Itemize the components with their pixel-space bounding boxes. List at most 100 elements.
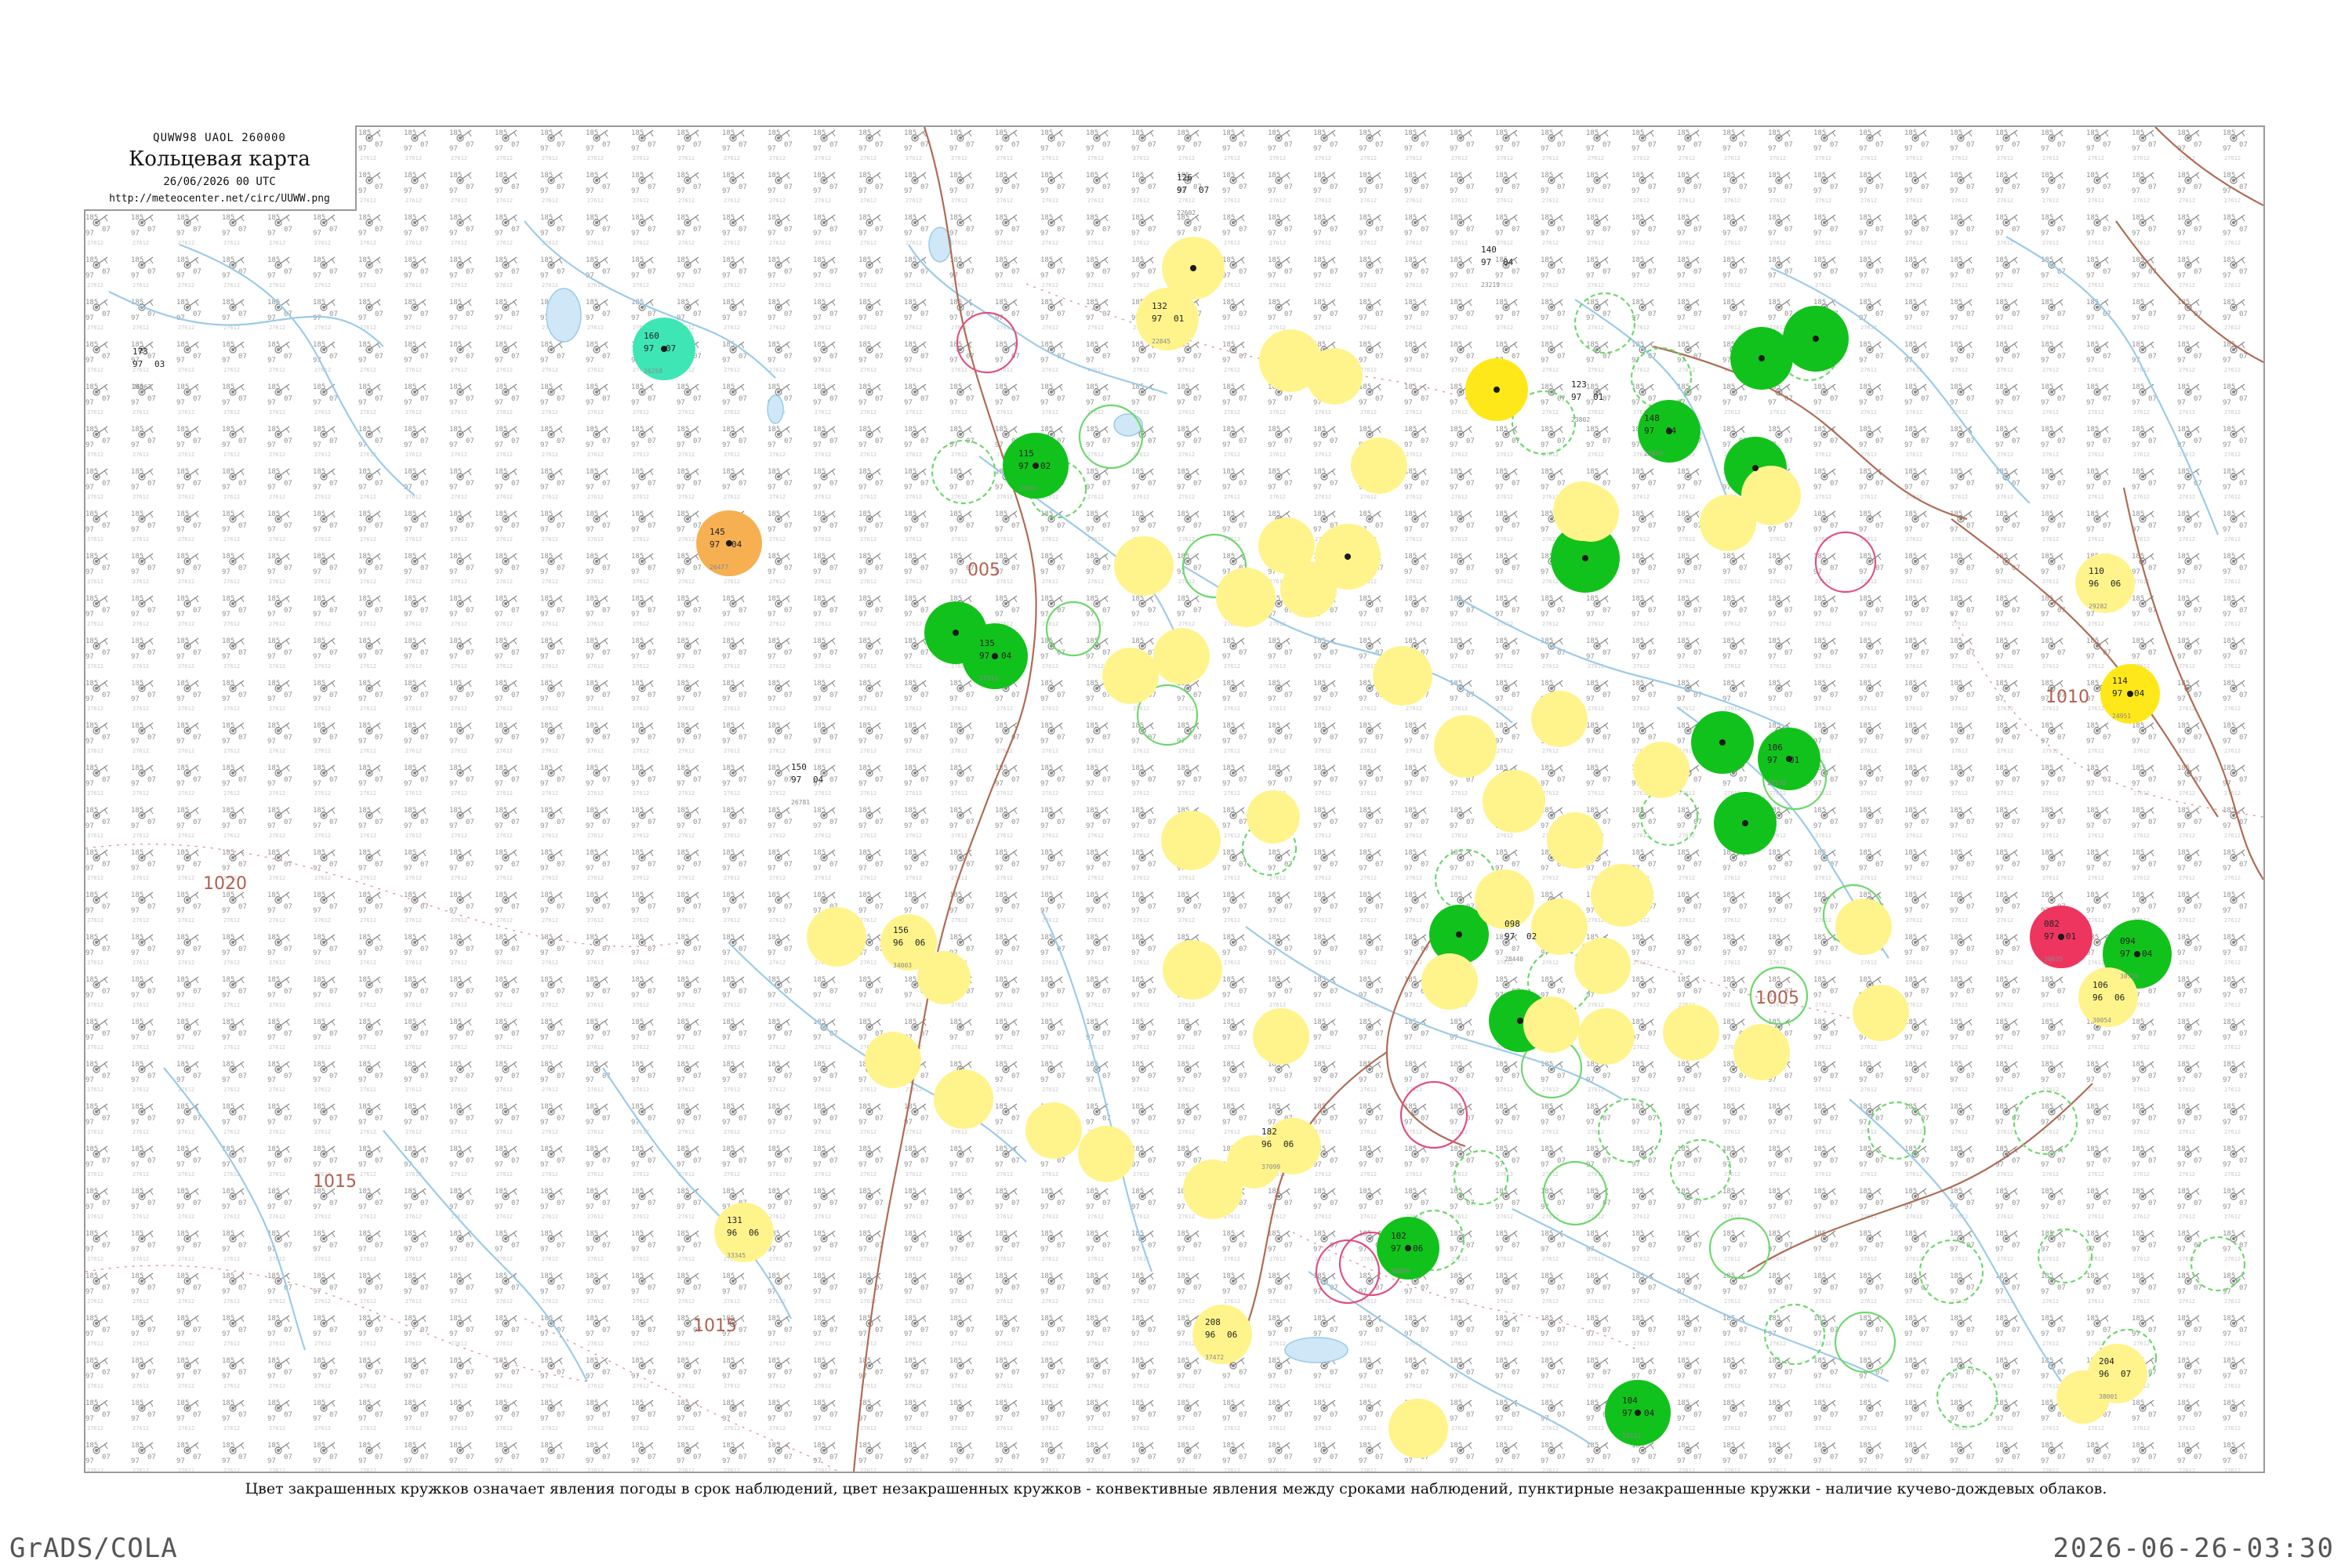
station-model: 098 97 02 28440 bbox=[1504, 919, 1537, 963]
station-dew: 97 bbox=[1018, 461, 1029, 471]
station-temp: 082 bbox=[2044, 919, 2060, 929]
station-temp: 160 bbox=[644, 331, 659, 341]
software-credit: GrADS/COLA bbox=[9, 1533, 178, 1564]
station-model: 104 97 04 35121 bbox=[1622, 1396, 1655, 1439]
station-model: 173 97 03 26063 bbox=[132, 347, 165, 390]
station-index: 27037 bbox=[1018, 485, 1037, 492]
station-dew: 97 bbox=[2112, 688, 2122, 699]
station-model: 150 97 04 26781 bbox=[791, 762, 824, 806]
station-dew: 97 bbox=[2120, 949, 2130, 959]
station-dew: 97 bbox=[1504, 931, 1515, 942]
station-dew: 96 bbox=[2099, 1369, 2109, 1379]
station-dew: 96 bbox=[2092, 993, 2103, 1003]
station-index: 28440 bbox=[1504, 956, 1523, 963]
station-model: 148 97 04 23884 bbox=[1644, 413, 1677, 457]
station-temp: 140 bbox=[1481, 245, 1497, 255]
station-temp: 102 bbox=[1391, 1231, 1406, 1241]
station-tendency: 06 bbox=[2114, 993, 2125, 1003]
station-model: 145 97 04 26477 bbox=[710, 527, 742, 571]
station-model: 131 96 06 33345 bbox=[727, 1215, 759, 1259]
station-model: 182 96 06 37099 bbox=[1261, 1127, 1294, 1171]
station-temp: 132 bbox=[1152, 301, 1167, 311]
station-temp: 098 bbox=[1504, 919, 1520, 929]
station-tendency: 06 bbox=[1227, 1330, 1237, 1340]
station-temp: 145 bbox=[710, 527, 725, 537]
station-tendency: 01 bbox=[1174, 314, 1184, 324]
station-model: 106 96 06 30054 bbox=[2092, 980, 2125, 1024]
station-index: 33345 bbox=[727, 1252, 746, 1259]
station-tendency: 04 bbox=[731, 539, 742, 550]
station-temp: 126 bbox=[1177, 172, 1192, 183]
station-model: 160 97 07 26258 bbox=[644, 331, 676, 375]
station-tendency: 04 bbox=[2142, 949, 2153, 959]
station-model: 204 96 07 38001 bbox=[2099, 1356, 2131, 1400]
station-temp: 094 bbox=[2120, 936, 2136, 946]
station-model: 082 97 01 30635 bbox=[2044, 919, 2076, 963]
station-dew: 97 bbox=[1644, 426, 1654, 436]
station-tendency: 01 bbox=[2066, 931, 2076, 942]
station-tendency: 06 bbox=[1283, 1139, 1294, 1149]
station-model: 208 96 06 37472 bbox=[1205, 1317, 1237, 1361]
station-temp: 104 bbox=[1622, 1396, 1638, 1406]
station-temp: 106 bbox=[2092, 980, 2108, 990]
station-temp: 150 bbox=[791, 762, 807, 772]
station-labels-layer: 160 97 07 26258 145 97 04 26477 115 97 0… bbox=[132, 172, 2153, 1439]
station-tendency: 01 bbox=[1593, 392, 1603, 402]
station-dew: 96 bbox=[893, 938, 903, 948]
station-index: 26477 bbox=[710, 564, 728, 571]
station-index: 23219 bbox=[1481, 281, 1500, 289]
station-temp: 115 bbox=[1018, 448, 1034, 459]
station-temp: 131 bbox=[727, 1215, 742, 1225]
station-tendency: 04 bbox=[813, 775, 824, 785]
weather-map: 185 97 07 27612 bbox=[84, 125, 2265, 1473]
station-dew: 97 bbox=[1391, 1243, 1401, 1254]
station-index: 26258 bbox=[644, 368, 662, 375]
station-index: 26781 bbox=[791, 799, 810, 806]
legend-caption: Цвет закрашенных кружков означает явлени… bbox=[245, 1480, 2107, 1497]
station-dew: 97 bbox=[1152, 314, 1162, 324]
station-model: 132 97 01 22845 bbox=[1152, 301, 1184, 345]
station-dew: 97 bbox=[710, 539, 720, 550]
station-dew: 96 bbox=[1205, 1330, 1215, 1340]
station-dew: 97 bbox=[132, 359, 143, 369]
map-title-box: QUWW98 UAOL 260000 Кольцевая карта 26/06… bbox=[84, 125, 357, 211]
station-dew: 96 bbox=[727, 1228, 737, 1238]
station-tendency: 02 bbox=[1526, 931, 1537, 942]
station-dew: 96 bbox=[1261, 1139, 1272, 1149]
station-temp: 110 bbox=[2089, 566, 2104, 576]
station-temp: 106 bbox=[1767, 742, 1783, 753]
station-index: 34880 bbox=[1391, 1268, 1410, 1275]
station-temp: 114 bbox=[2112, 676, 2128, 686]
station-tendency: 06 bbox=[915, 938, 925, 948]
station-tendency: 04 bbox=[1503, 257, 1514, 267]
station-temp: 173 bbox=[132, 347, 148, 357]
station-index: 26063 bbox=[132, 383, 151, 390]
station-tendency: 07 bbox=[2121, 1369, 2131, 1379]
station-temp: 156 bbox=[893, 925, 909, 935]
station-dew: 97 bbox=[1571, 392, 1581, 402]
station-index: 37472 bbox=[1205, 1354, 1224, 1361]
station-temp: 208 bbox=[1205, 1317, 1221, 1327]
station-model: 094 97 04 30710 bbox=[2120, 936, 2153, 980]
station-temp: 135 bbox=[979, 638, 995, 648]
source-url[interactable]: http://meteocenter.net/circ/UUWW.png bbox=[84, 193, 355, 205]
station-model: 126 97 07 22602 bbox=[1177, 172, 1209, 216]
station-tendency: 03 bbox=[154, 359, 165, 369]
station-dew: 97 bbox=[1177, 185, 1187, 195]
station-index: 30054 bbox=[2092, 1017, 2111, 1024]
station-index: 28138 bbox=[1767, 779, 1786, 786]
station-model: 156 96 06 34003 bbox=[893, 925, 925, 969]
station-model: 114 97 04 24951 bbox=[2112, 676, 2145, 720]
station-dew: 97 bbox=[644, 343, 654, 354]
station-tendency: 07 bbox=[666, 343, 676, 354]
station-model: 110 96 06 29282 bbox=[2089, 566, 2121, 610]
station-tendency: 06 bbox=[749, 1228, 759, 1238]
station-model: 140 97 04 23219 bbox=[1481, 245, 1514, 289]
station-index: 35121 bbox=[1622, 1432, 1641, 1439]
station-index: 37099 bbox=[1261, 1163, 1280, 1171]
station-tendency: 01 bbox=[1789, 755, 1799, 765]
station-dew: 96 bbox=[2089, 579, 2099, 589]
station-index: 27511 bbox=[979, 675, 998, 682]
station-tendency: 06 bbox=[2111, 579, 2121, 589]
station-tendency: 04 bbox=[2134, 688, 2145, 699]
